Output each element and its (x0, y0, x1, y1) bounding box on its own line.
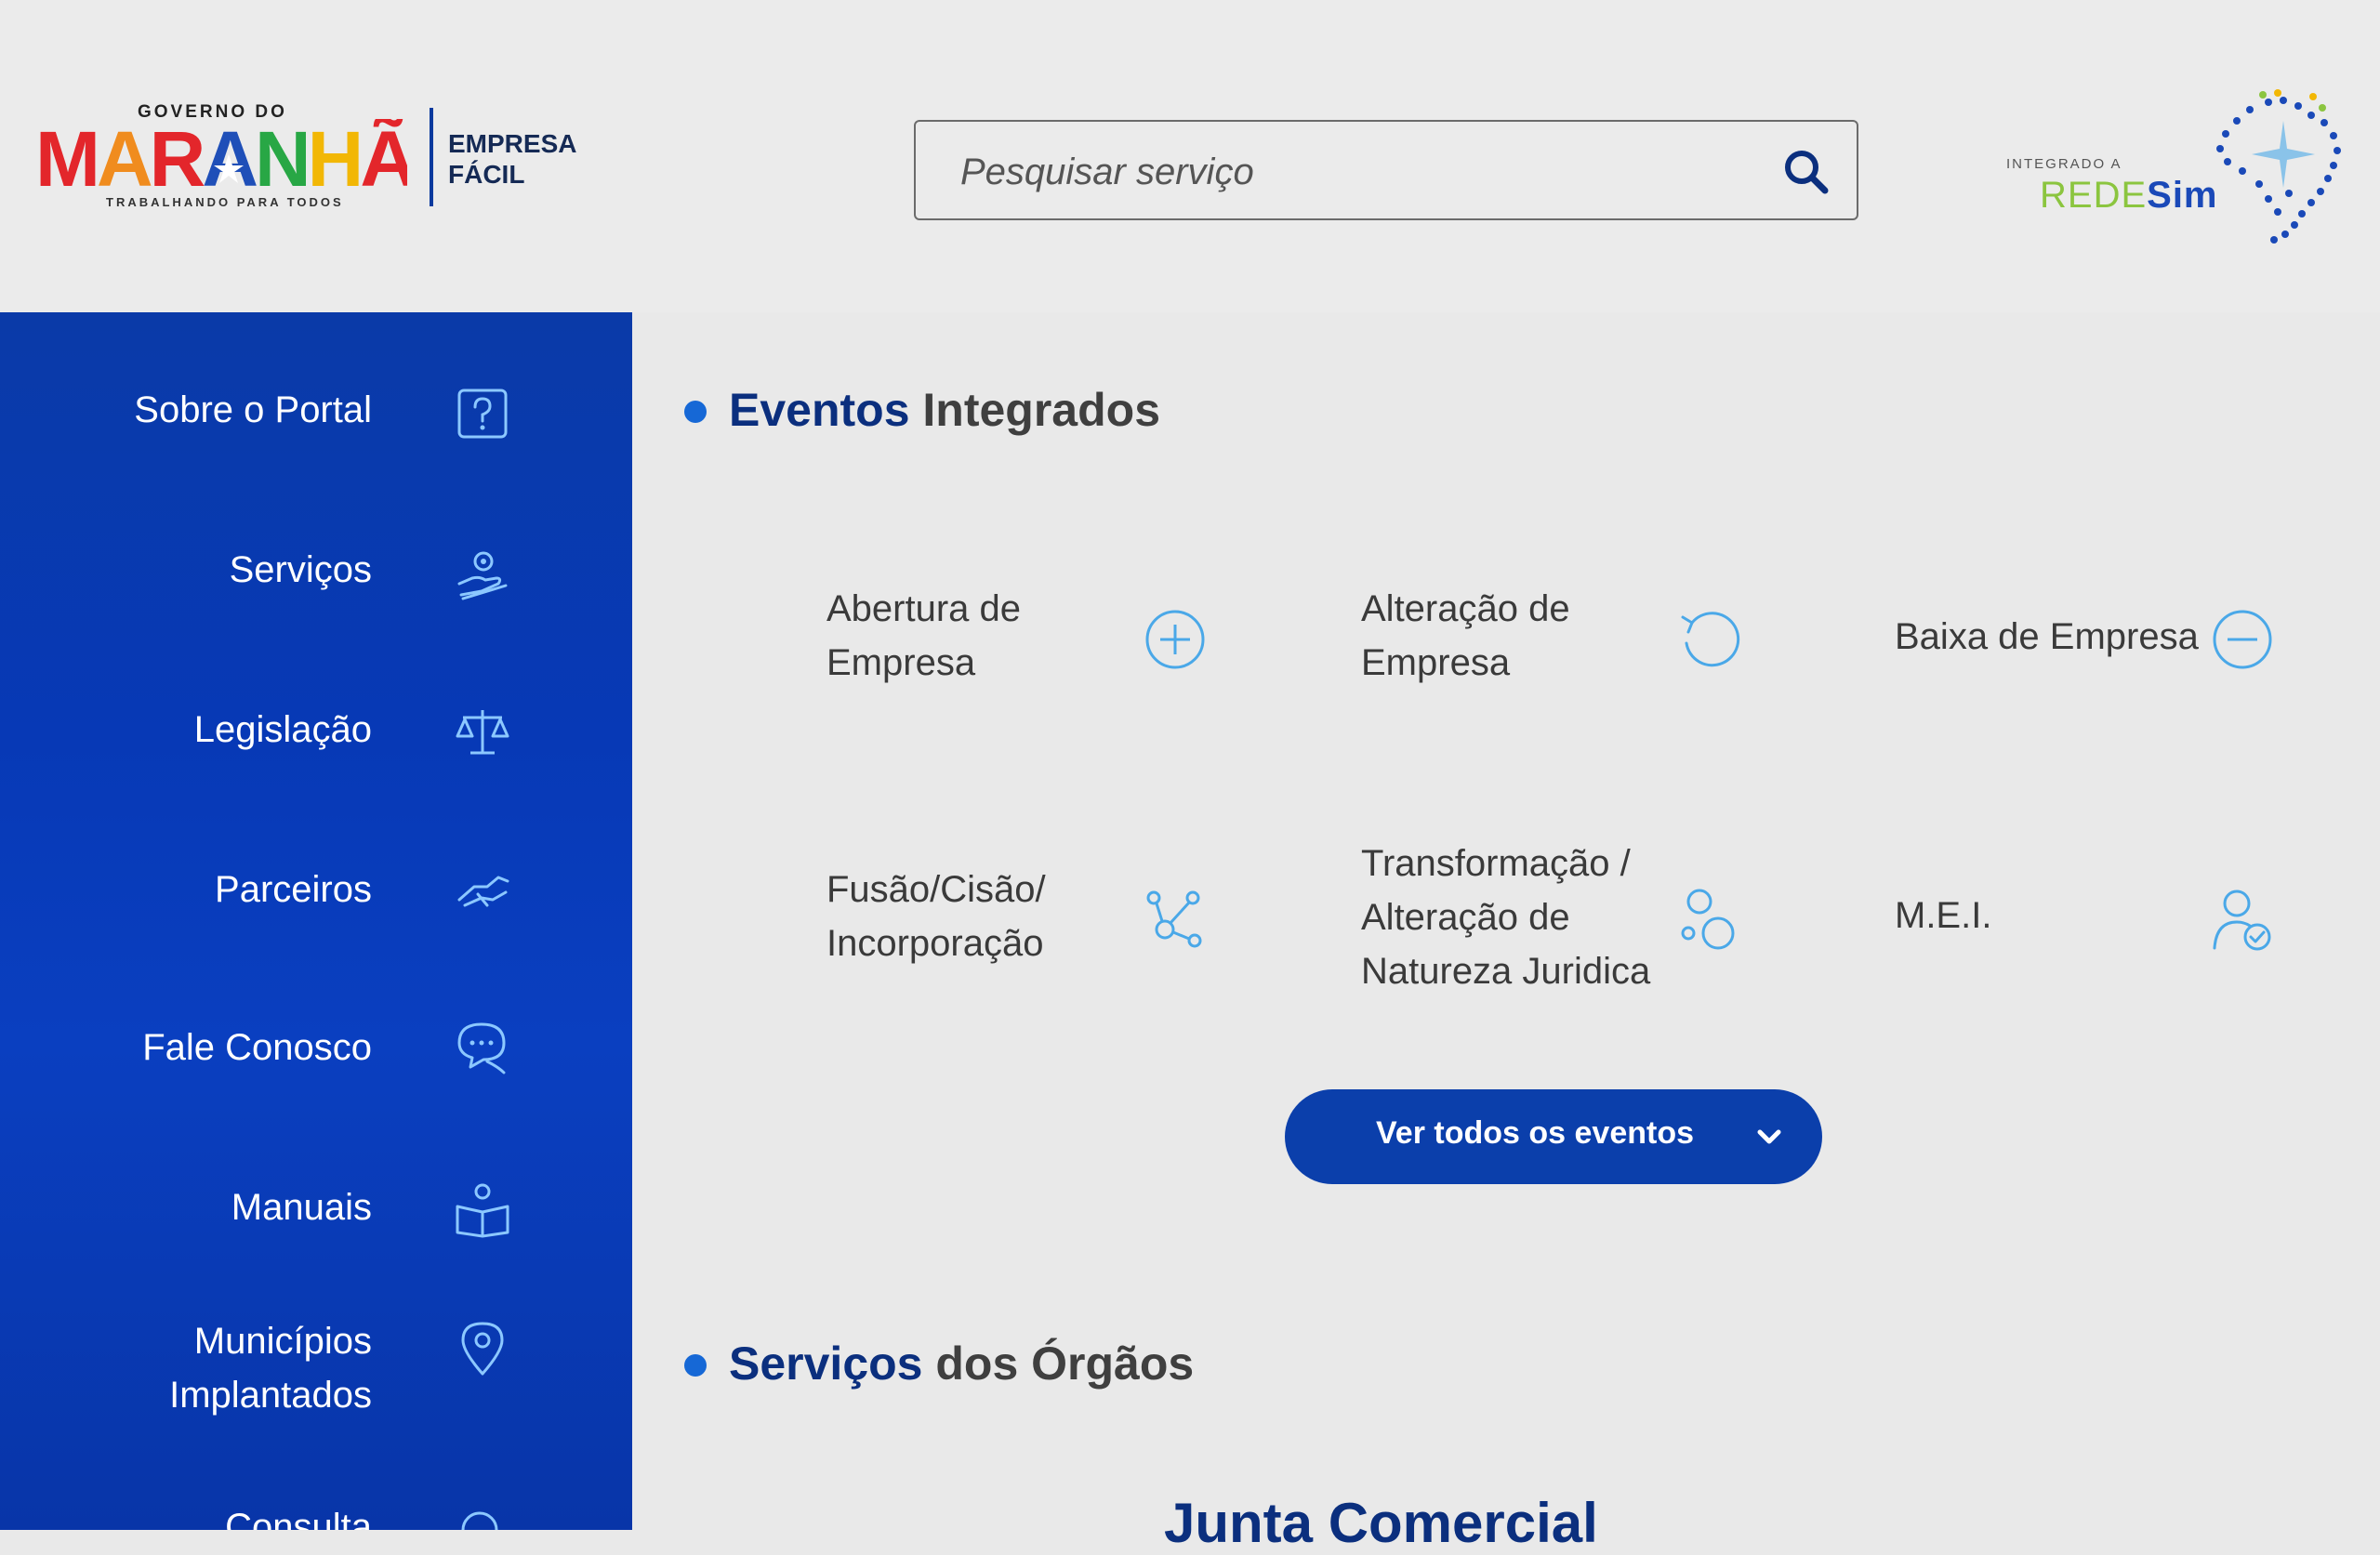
eventos-section-title: Eventos Integrados (684, 383, 1160, 437)
minus-circle-icon (2213, 610, 2272, 669)
sidebar-item-label: Consulta (225, 1507, 372, 1530)
brazil-dots-graphic (2216, 89, 2341, 244)
site-header: GOVERNO DO MARANHÃO TRABALHANDO PARA TOD… (0, 0, 2380, 312)
event-transformacao-natureza-juridica[interactable]: Transformação / Alteração de Natureza Ju… (1361, 837, 1807, 1004)
section-title-strong: Serviços (729, 1338, 923, 1390)
section-title-strong: Eventos (729, 384, 910, 436)
search-input[interactable] (959, 144, 1762, 200)
servicos-orgaos-section-title: Serviços dos Órgãos (684, 1337, 1194, 1390)
book-person-icon (456, 1183, 509, 1238)
sidebar-item-label: Parceiros (215, 869, 372, 910)
maranhao-logo[interactable]: GOVERNO DO MARANHÃO TRABALHANDO PARA TOD… (35, 102, 576, 214)
event-label: Alteração de Empresa (1361, 582, 1570, 690)
event-label-line-1: Abertura de (826, 588, 1022, 629)
event-mei[interactable]: M.E.I. (1895, 837, 2285, 1004)
event-fusao-cisao-incorporacao[interactable]: Fusão/Cisão/ Incorporação (826, 837, 1273, 1004)
event-label-line-2: Empresa (826, 642, 976, 683)
event-label: Transformação / Alteração de Natureza Ju… (1361, 837, 1650, 998)
event-label-line-1: Fusão/Cisão/ (826, 869, 1046, 910)
svg-text:MARANHÃO: MARANHÃO (35, 119, 407, 199)
search-icon (1785, 151, 1829, 194)
logo-slogan: TRABALHANDO PARA TODOS (106, 195, 344, 209)
redesim-logo[interactable]: INTEGRADO A REDESim (1999, 84, 2352, 260)
sidebar-item-label-line-2: Implantados (169, 1375, 372, 1416)
section-bullet (684, 1353, 707, 1377)
handshake-icon (457, 876, 509, 907)
scales-icon (456, 710, 509, 755)
refresh-icon (1681, 612, 1740, 667)
sidebar-item-label-line-1: Municípios (193, 1321, 372, 1362)
sidebar-item-label: Legislação (193, 709, 372, 750)
redesim-word-rede: REDE (2040, 175, 2148, 216)
sidebar-item-sobre-o-portal[interactable]: Sobre o Portal (0, 361, 632, 472)
product-line-1: EMPRESA (448, 129, 577, 158)
sidebar-item-servicos[interactable]: Serviços (0, 519, 632, 630)
section-bullet (684, 400, 707, 423)
search-box (914, 120, 1858, 220)
event-label-line-3: Natureza Juridica (1361, 951, 1651, 992)
sidebar-item-municipios-implantados[interactable]: Municípios Implantados (0, 1314, 632, 1463)
user-check-icon (2213, 890, 2271, 951)
event-label-line-2: Incorporação (826, 923, 1044, 964)
chevron-down-icon (1757, 1129, 1781, 1144)
event-label: Fusão/Cisão/ Incorporação (826, 863, 1046, 970)
sidebar-nav: Sobre o Portal Serviços Legislação Parce… (0, 312, 632, 1530)
event-label-line-1: Transformação / (1361, 843, 1631, 884)
plus-circle-icon (1145, 610, 1205, 669)
section-title-rest: Integrados (909, 384, 1160, 436)
empresa-facil-label: EMPRESA FÁCIL (448, 128, 576, 190)
nodes-icon (1146, 890, 1202, 948)
event-label-line-1: Alteração de (1361, 588, 1570, 629)
sidebar-item-consulta[interactable]: Consulta (0, 1500, 632, 1530)
search-button[interactable] (1778, 144, 1834, 200)
logo-wordmark-graphic: MARANHÃO (35, 115, 474, 203)
sidebar-item-label: Serviços (229, 549, 372, 590)
redesim-wordmark: REDESim (2040, 175, 2218, 217)
button-label: Ver todos os eventos (1376, 1115, 1694, 1151)
redesim-word-sim: Sim (2147, 175, 2218, 216)
map-pin-icon (461, 1322, 504, 1376)
event-baixa-de-empresa[interactable]: Baixa de Empresa (1895, 558, 2285, 725)
sidebar-item-label: Manuais (231, 1187, 372, 1228)
event-abertura-de-empresa[interactable]: Abertura de Empresa (826, 558, 1273, 725)
section-title-rest: dos Órgãos (922, 1338, 1195, 1390)
event-label: M.E.I. (1895, 895, 1992, 936)
search-icon (461, 1511, 498, 1530)
sidebar-item-manuais[interactable]: Manuais (0, 1154, 632, 1266)
chat-bubbles-icon (457, 1022, 506, 1074)
question-square-icon (457, 389, 508, 439)
sidebar-item-fale-conosco[interactable]: Fale Conosco (0, 995, 632, 1106)
sidebar-item-legislacao[interactable]: Legislação (0, 679, 632, 790)
event-label-line-2: Empresa (1361, 642, 1511, 683)
event-label: Baixa de Empresa (1895, 616, 2199, 657)
event-alteracao-de-empresa[interactable]: Alteração de Empresa (1361, 558, 1807, 725)
event-label-line-2: Alteração de (1361, 897, 1570, 938)
hand-gear-icon (457, 551, 508, 600)
product-line-2: FÁCIL (448, 160, 525, 189)
sidebar-item-label: Municípios Implantados (169, 1314, 372, 1422)
sidebar-item-label: Sobre o Portal (134, 389, 372, 430)
logo-divider (430, 108, 433, 206)
sidebar-item-parceiros[interactable]: Parceiros (0, 837, 632, 948)
event-label: Abertura de Empresa (826, 582, 1021, 690)
sidebar-item-label: Fale Conosco (142, 1027, 372, 1068)
junta-comercial-heading[interactable]: Junta Comercial (1164, 1491, 1598, 1555)
bubbles-icon (1681, 889, 1735, 950)
ver-todos-eventos-button[interactable]: Ver todos os eventos (1285, 1089, 1822, 1184)
redesim-integrado-text: INTEGRADO A (2006, 156, 2122, 172)
